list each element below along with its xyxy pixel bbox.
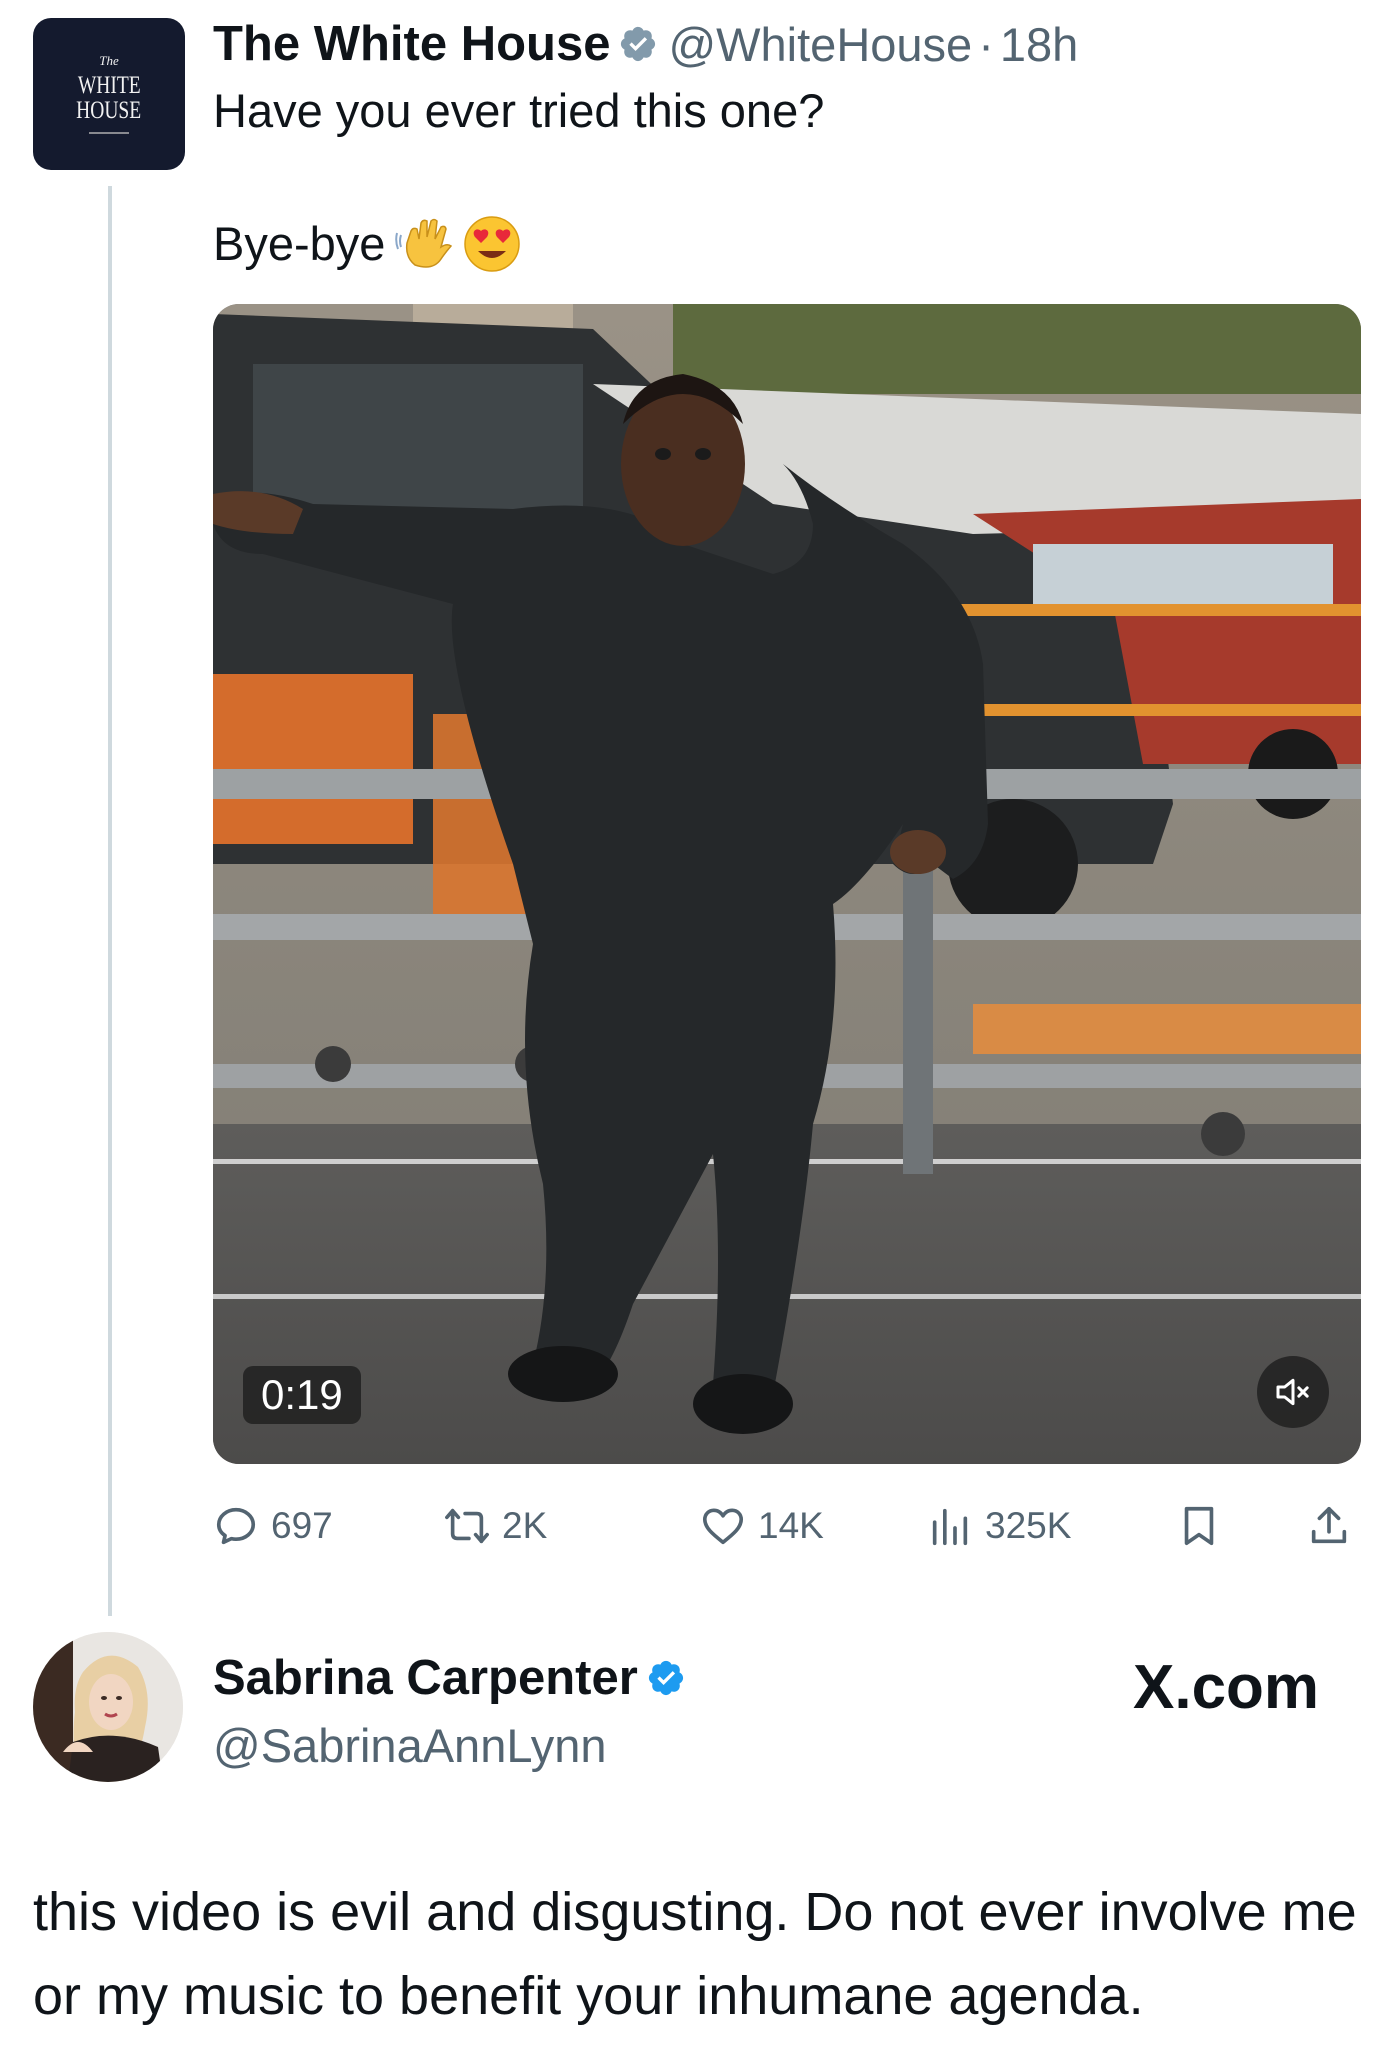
reply-count: 697 xyxy=(271,1505,333,1546)
heart-icon xyxy=(702,1508,744,1545)
reply-author-name[interactable]: Sabrina Carpenter xyxy=(213,1650,638,1706)
share-action[interactable] xyxy=(1306,1502,1364,1550)
views-bar-chart-icon xyxy=(932,1508,968,1546)
waving-hand-emoji-icon xyxy=(395,218,453,268)
video-frame-image xyxy=(213,304,1361,1464)
reply-header: Sabrina Carpenter xyxy=(213,1648,696,1708)
repost-icon xyxy=(445,1508,489,1544)
tweet-text-line1: Have you ever tried this one? xyxy=(213,84,825,137)
heart-eyes-emoji-icon xyxy=(464,216,521,272)
reply-bubble-icon xyxy=(216,1507,256,1545)
video-player[interactable]: 0:19 xyxy=(213,304,1361,1464)
verified-gray-badge-icon xyxy=(621,26,656,62)
separator-dot: · xyxy=(978,17,994,71)
bookmark-action[interactable] xyxy=(1176,1502,1234,1550)
repost-action[interactable]: 2K xyxy=(444,1502,547,1550)
video-duration-badge: 0:19 xyxy=(243,1366,361,1424)
tweet-text-line2-row: Bye-bye xyxy=(213,213,523,275)
like-action[interactable]: 14K xyxy=(700,1502,824,1550)
sabrina-carpenter-avatar[interactable] xyxy=(33,1632,183,1782)
author-name[interactable]: The White House xyxy=(213,16,610,72)
white-house-avatar[interactable]: The WHITE HOUSE xyxy=(33,18,185,170)
tweet-header: The White House @WhiteHouse · 18h xyxy=(213,14,1078,74)
verified-blue-badge-icon xyxy=(648,1660,683,1696)
avatar-text-house: HOUSE xyxy=(76,97,142,124)
avatar-text-the: The xyxy=(99,53,119,68)
reply-text: this video is evil and disgusting. Do no… xyxy=(33,1882,1357,2026)
mute-button[interactable] xyxy=(1257,1356,1329,1428)
thread-connector-line xyxy=(108,186,112,1616)
bookmark-icon xyxy=(1184,1506,1214,1546)
author-handle[interactable]: @WhiteHouse xyxy=(668,17,972,72)
view-count: 325K xyxy=(985,1505,1072,1546)
like-count: 14K xyxy=(758,1505,824,1546)
tweet-time[interactable]: 18h xyxy=(1000,17,1078,72)
repost-count: 2K xyxy=(502,1505,548,1546)
x-com-watermark: X.com xyxy=(1133,1653,1320,1722)
reply-action[interactable]: 697 xyxy=(213,1502,333,1550)
profile-photo-image xyxy=(33,1632,183,1782)
tweet-text-line2: Bye-bye xyxy=(213,217,386,270)
views-action[interactable]: 325K xyxy=(927,1502,1071,1550)
avatar-rule xyxy=(89,132,129,134)
reply-author-handle[interactable]: @SabrinaAnnLynn xyxy=(213,1718,607,1773)
avatar-text-white: WHITE xyxy=(77,72,141,99)
share-upload-icon xyxy=(1311,1506,1347,1544)
speaker-muted-icon xyxy=(1276,1378,1309,1406)
